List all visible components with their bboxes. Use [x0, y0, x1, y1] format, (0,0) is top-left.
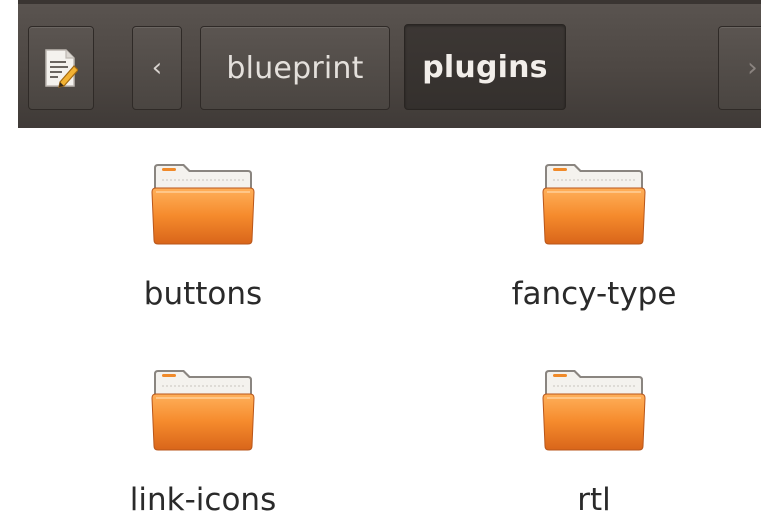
toolbar-top-border: [18, 0, 761, 4]
breadcrumb-plugins[interactable]: plugins: [404, 24, 566, 110]
edit-location-button[interactable]: [28, 26, 94, 110]
chevron-right-icon: ›: [747, 53, 758, 83]
folder-icon: [542, 370, 646, 451]
forward-button[interactable]: ›: [718, 26, 761, 110]
text-editor-icon: [45, 49, 78, 88]
chevron-left-icon: ‹: [151, 53, 163, 83]
breadcrumb-label: blueprint: [226, 50, 364, 86]
breadcrumb-blueprint[interactable]: blueprint: [200, 26, 390, 110]
folder-item[interactable]: buttons: [103, 158, 303, 312]
folder-item[interactable]: fancy-type: [494, 158, 694, 312]
location-toolbar: ‹ blueprint plugins ›: [18, 0, 761, 128]
folder-item[interactable]: rtl: [494, 364, 694, 518]
folder-label: buttons: [143, 276, 263, 312]
folder-label: fancy-type: [511, 276, 677, 312]
folder-icon: [542, 164, 646, 245]
file-manager-window: ‹ blueprint plugins › buttons fancy-type…: [0, 0, 761, 524]
back-button[interactable]: ‹: [132, 26, 182, 110]
folder-label: link-icons: [129, 482, 277, 518]
folder-label: rtl: [577, 482, 611, 518]
folder-item[interactable]: link-icons: [103, 364, 303, 518]
folder-icon: [151, 164, 255, 245]
breadcrumb-label: plugins: [422, 49, 548, 85]
folder-icon: [151, 370, 255, 451]
